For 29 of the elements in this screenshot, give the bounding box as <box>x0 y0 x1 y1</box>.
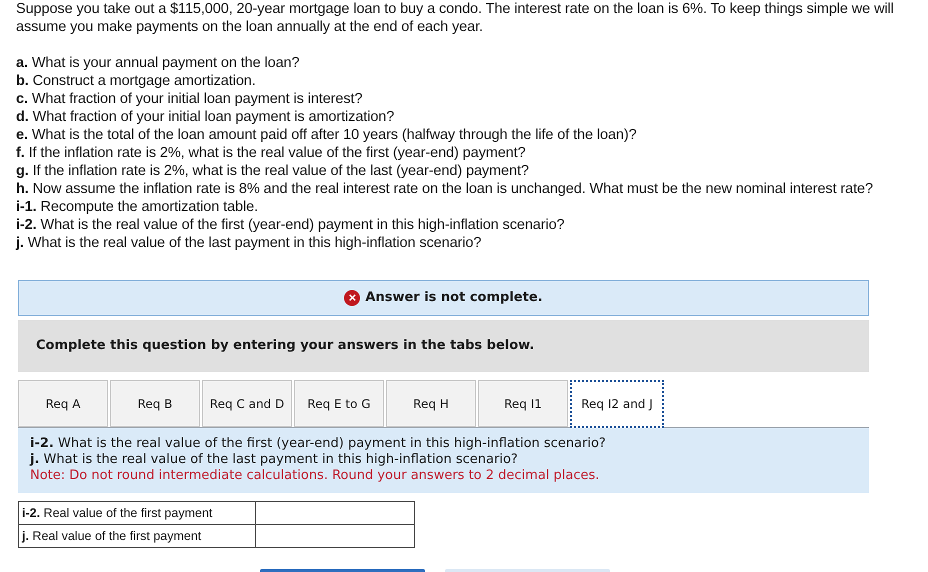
instruction-text: Complete this question by entering your answers in the tabs below. <box>36 337 534 356</box>
question-item: g. If the inflation rate is 2%, what is the real value of the last (year-end) payment? <box>16 162 530 180</box>
tab[interactable]: Req I1 <box>478 380 568 427</box>
question-item: b. Construct a mortgage amortization. <box>16 72 257 90</box>
tab[interactable]: Req B <box>110 380 200 427</box>
question-item: d. What fraction of your initial loan payment is amortization? <box>16 108 396 126</box>
rounding-note: Note: Do not round intermediate calculations. Round your answers to 2 decimal places. <box>30 468 600 484</box>
problem-statement: Suppose you take out a $115,000, 20-year mortgage loan to buy a condo. The interest rate on the loan is 6%. To keep things simple we will assume you make payments on the loan annually at the end of each year. <box>16 0 895 36</box>
tab[interactable]: Req C and D <box>202 380 292 427</box>
question-item: j. What is the real value of the last payment in this high-inflation scenario? <box>16 234 482 252</box>
tab[interactable]: Req H <box>386 380 476 427</box>
tab[interactable]: Req A <box>18 380 108 427</box>
row-label: j. Real value of the first payment <box>18 524 256 548</box>
question-text: i-2. What is the real value of the first (year-end) payment in this high-inflation scenario? <box>30 436 607 452</box>
question-item: f. If the inflation rate is 2%, what is the real value of the first (year-end) payment? <box>16 144 527 162</box>
status-message: Answer is not complete. <box>365 289 543 308</box>
question-item: h. Now assume the inflation rate is 8% and the real interest rate on the loan is unchanged. What must be the new nominal interest rate? <box>16 180 874 198</box>
tab[interactable]: Req E to G <box>294 380 384 427</box>
question-item: e. What is the total of the loan amount paid off after 10 years (halfway through the life of the loan)? <box>16 126 638 144</box>
answer-input[interactable] <box>256 524 414 548</box>
question-item: a. What is your annual payment on the loan? <box>16 54 300 72</box>
answer-input[interactable] <box>256 502 414 524</box>
question-item: c. What fraction of your initial loan payment is interest? <box>16 90 364 108</box>
row-label: i-2. Real value of the first payment <box>18 502 256 524</box>
question-item: i-2. What is the real value of the first (year-end) payment in this high-inflation scenario? <box>16 216 566 234</box>
tab[interactable]: Req I2 and J <box>570 380 664 428</box>
question-text: j. What is the real value of the last payment in this high-inflation scenario? <box>30 452 519 468</box>
question-item: i-1. Recompute the amortization table. <box>16 198 260 216</box>
error-icon: × <box>344 290 360 306</box>
